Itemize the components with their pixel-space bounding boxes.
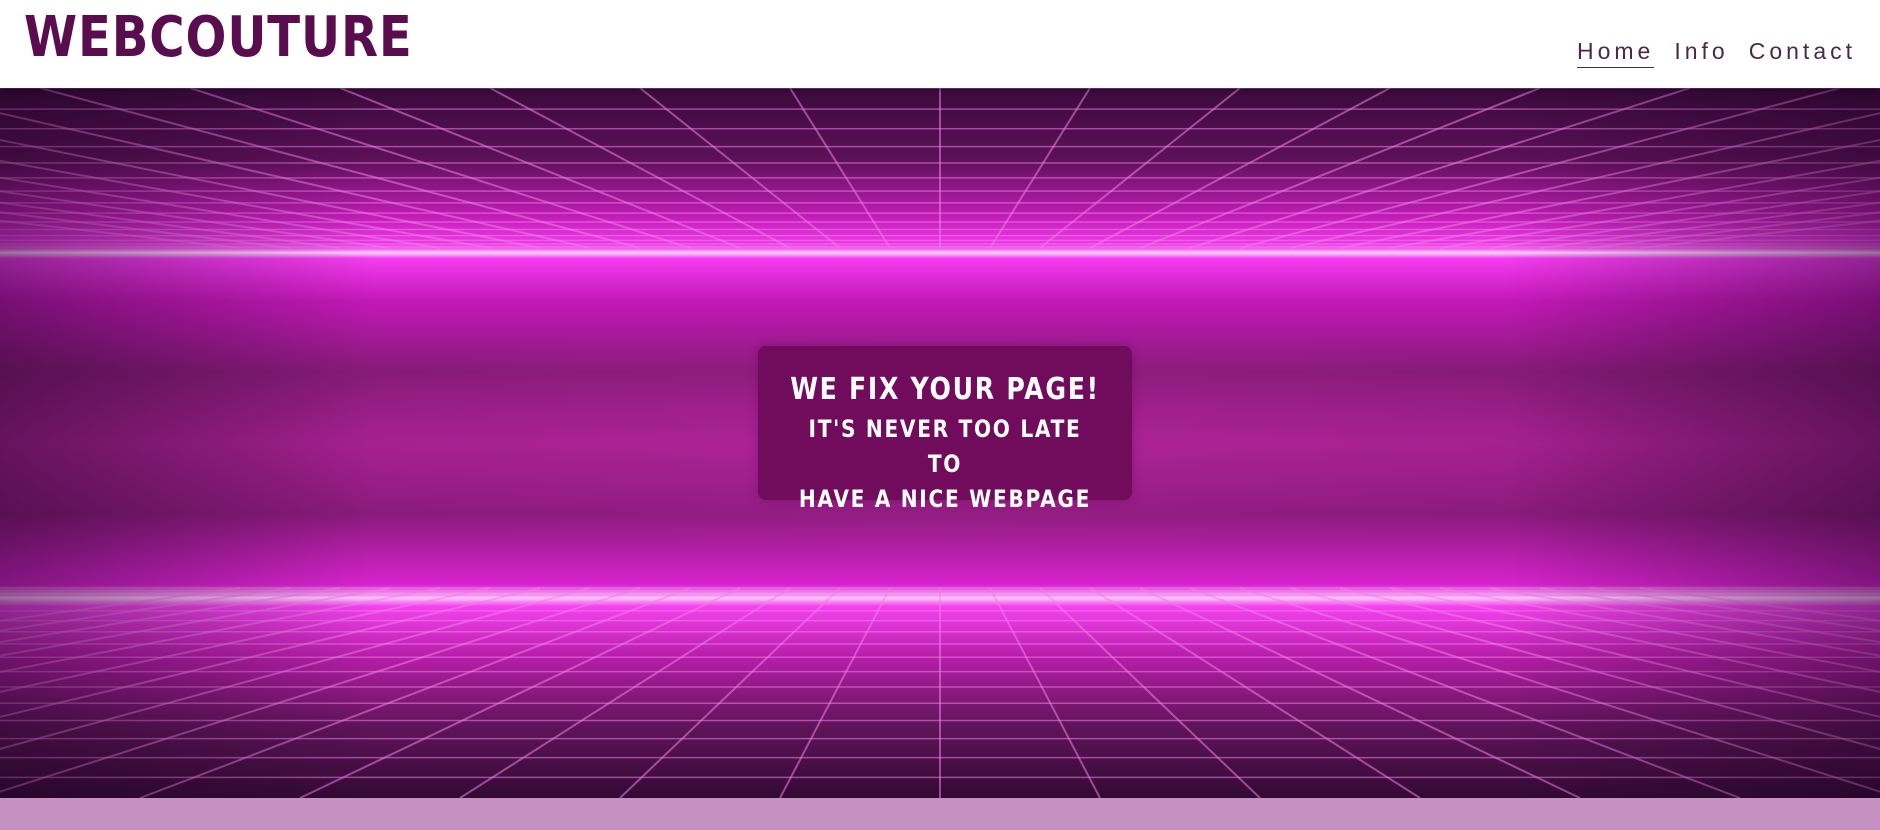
- hero-banner: WE FIX YOUR PAGE! IT'S NEVER TOO LATE TO…: [0, 88, 1880, 798]
- nav-contact-link[interactable]: Contact: [1749, 38, 1856, 68]
- page: WEBCOUTURE Home Info Contact WE FIX YOUR…: [0, 0, 1880, 830]
- footer-strip: [0, 798, 1880, 830]
- nav-home-link[interactable]: Home: [1577, 38, 1655, 68]
- hero-callout-box: WE FIX YOUR PAGE! IT'S NEVER TOO LATE TO…: [758, 346, 1132, 513]
- hero-title: WE FIX YOUR PAGE!: [790, 372, 1100, 407]
- hero-subtitle-line-1: IT'S NEVER TOO LATE TO: [808, 415, 1082, 478]
- nav-info-link[interactable]: Info: [1674, 38, 1728, 68]
- main-nav: Home Info Contact: [1557, 38, 1856, 68]
- hero-subtitle: IT'S NEVER TOO LATE TO HAVE A NICE WEBPA…: [788, 412, 1102, 517]
- hero-subtitle-line-2: HAVE A NICE WEBPAGE: [798, 485, 1092, 513]
- site-logo[interactable]: WEBCOUTURE: [24, 4, 413, 72]
- site-header: WEBCOUTURE Home Info Contact: [0, 0, 1880, 88]
